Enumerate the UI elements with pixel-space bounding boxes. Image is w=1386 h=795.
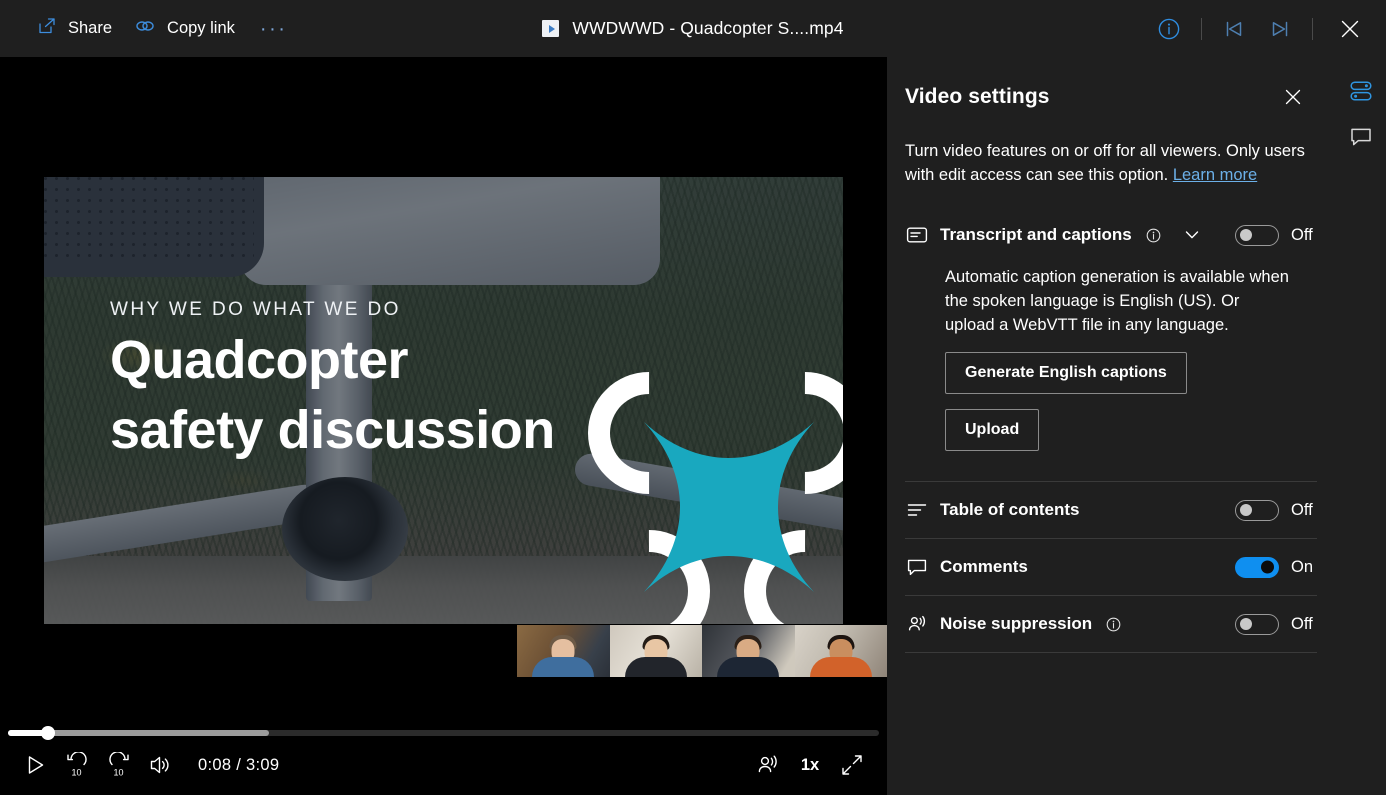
video-stage[interactable]: WHY WE DO WHAT WE DO Quadcopter safety d… [0,57,887,795]
comments-toggle[interactable] [1235,556,1279,578]
next-track-icon[interactable] [1257,8,1303,50]
comments-state: On [1291,557,1314,576]
transcript-icon [905,224,929,246]
rewind-10-icon[interactable]: 10 [56,744,98,786]
previous-track-icon[interactable] [1211,8,1257,50]
noise-state: Off [1291,614,1313,633]
video-title-line1: Quadcopter [110,330,409,390]
share-label: Share [68,19,113,37]
video-title-block: WHY WE DO WHAT WE DO Quadcopter safety d… [110,299,670,461]
noise-info-icon[interactable] [1106,617,1121,632]
participant-thumbnail [517,625,610,677]
transcript-info-icon[interactable] [1146,228,1161,243]
panel-description: Turn video features on or off for all vi… [887,115,1335,187]
close-panel-icon[interactable] [1275,79,1311,115]
toolbar-divider [1312,17,1313,40]
svg-text:10: 10 [72,768,82,778]
video-kicker: WHY WE DO WHAT WE DO [110,299,401,320]
control-row: 10 10 0:08 / 3:09 1x [0,735,887,795]
close-icon[interactable] [1322,0,1378,57]
right-rail [1335,57,1386,795]
participant-thumbnail [702,625,795,677]
transcript-state: Off [1291,225,1313,244]
copy-link-label: Copy link [167,19,235,37]
playback-speed-button[interactable]: 1x [789,744,831,786]
participant-strip [517,625,887,677]
video-settings-panel: Video settings Turn video features on or… [887,57,1335,795]
more-options-icon[interactable]: ··· [246,17,301,41]
info-icon[interactable] [1146,8,1192,50]
participant-thumbnail [794,625,887,677]
toolbar-divider [1201,17,1202,40]
title-bar: Share Copy link ··· WWDWWD - Quadcopter … [0,0,1386,57]
generate-captions-button[interactable]: Generate English captions [945,352,1187,394]
toc-label: Table of contents [940,500,1080,519]
noise-section: Noise suppression Off [887,596,1335,652]
transcript-row: Transcript and captions Off [905,207,1317,263]
play-button[interactable] [14,744,56,786]
panel-title: Video settings [905,85,1050,108]
total-time: 3:09 [246,755,280,774]
video-frame[interactable]: WHY WE DO WHAT WE DO Quadcopter safety d… [44,177,843,624]
noise-suppression-icon[interactable] [747,744,789,786]
section-divider [905,652,1317,653]
table-of-contents-icon [905,499,929,521]
volume-icon[interactable] [140,744,182,786]
time-separator: / [236,755,242,774]
page-title: WWDWWD - Quadcopter S....mp4 [572,18,844,38]
fullscreen-icon[interactable] [831,744,873,786]
transcript-details: Automatic caption generation is availabl… [905,263,1317,451]
noise-suppression-icon [905,613,929,635]
noise-label: Noise suppression [940,614,1093,633]
transcript-toggle-group: Off [1235,224,1317,246]
panel-header: Video settings [887,57,1335,115]
toc-toggle-group: Off [1235,499,1317,521]
noise-toggle-group: Off [1235,613,1317,635]
comment-icon [905,556,929,578]
title-bar-right-actions [1146,0,1386,57]
comments-label: Comments [940,557,1028,576]
noise-toggle[interactable] [1235,613,1279,635]
comments-toggle-group: On [1235,556,1317,578]
toc-state: Off [1291,500,1313,519]
comments-row[interactable]: Comments On [905,539,1317,595]
transcript-label: Transcript and captions [940,225,1132,244]
video-title-line2: safety discussion [110,400,555,460]
upload-button[interactable]: Upload [945,409,1040,451]
video-settings-tab[interactable] [1341,71,1386,111]
transcript-section: Transcript and captions Off Automatic ca… [887,207,1335,451]
transcript-help-text: Automatic caption generation is availabl… [945,268,1289,334]
forward-10-icon[interactable]: 10 [98,744,140,786]
share-icon [37,16,57,41]
toc-section: Table of contents Off [887,482,1335,538]
time-display: 0:08 / 3:09 [198,756,279,775]
chevron-down-icon[interactable] [1179,222,1205,248]
svg-text:10: 10 [114,768,124,778]
comments-section: Comments On [887,539,1335,595]
link-icon [134,16,156,41]
transcript-toggle[interactable] [1235,224,1279,246]
video-file-icon [542,20,560,37]
copy-link-button[interactable]: Copy link [123,9,246,48]
toc-toggle[interactable] [1235,499,1279,521]
current-time: 0:08 [198,755,232,774]
learn-more-link[interactable]: Learn more [1173,166,1257,184]
toc-row[interactable]: Table of contents Off [905,482,1317,538]
comments-tab[interactable] [1341,117,1381,157]
title-bar-left-actions: Share Copy link ··· [0,9,301,48]
share-button[interactable]: Share [26,9,123,48]
player-controls: 10 10 0:08 / 3:09 1x [0,703,887,795]
noise-row[interactable]: Noise suppression Off [905,596,1317,652]
participant-thumbnail [609,625,702,677]
